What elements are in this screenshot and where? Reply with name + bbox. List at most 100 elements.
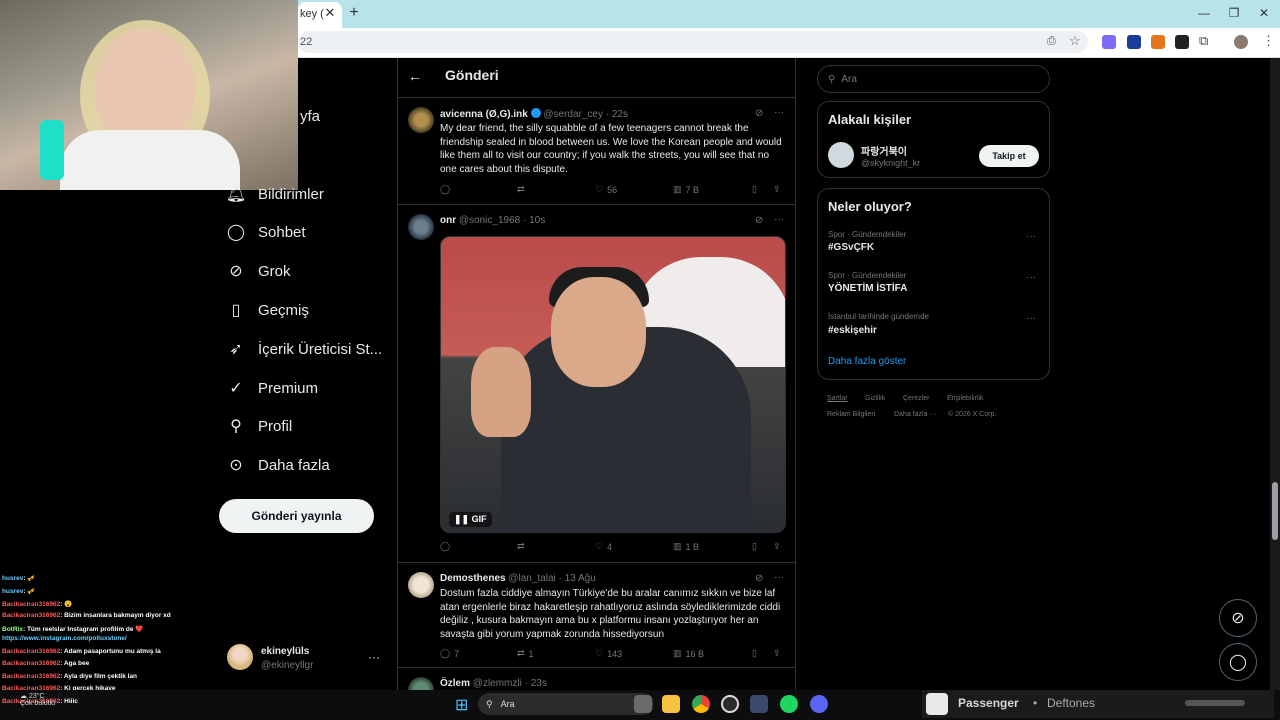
reply-button[interactable]: ◯ 7 <box>440 648 459 659</box>
grok-fab-icon[interactable]: ⊘ <box>1219 599 1257 637</box>
profile-name[interactable]: ekineylüls <box>261 646 309 657</box>
messages-fab-icon[interactable]: ◯ <box>1219 643 1257 681</box>
trend-name[interactable]: #eskişehir <box>828 325 877 336</box>
app-icon[interactable] <box>750 695 768 713</box>
extension-icon[interactable] <box>1127 35 1141 49</box>
gif-badge[interactable]: ❚❚ GIF <box>449 512 492 527</box>
tweet-author[interactable]: onr <box>440 215 456 226</box>
media-progress-bar[interactable] <box>1185 700 1245 706</box>
puzzle-icon[interactable]: ⧉ <box>1199 33 1208 49</box>
obs-icon[interactable] <box>721 695 739 713</box>
nav-item-grok[interactable]: ⊘ Grok <box>226 255 396 287</box>
nav-item-premium[interactable]: ✓ Premium <box>226 372 396 404</box>
discord-icon[interactable] <box>810 695 828 713</box>
windows-start-icon[interactable]: ⊞ <box>455 695 468 715</box>
menu-dots-icon[interactable]: ⋮ <box>1262 33 1275 49</box>
spotify-icon[interactable] <box>780 695 798 713</box>
nav-item-chat[interactable]: ◯ Sohbet <box>226 216 396 248</box>
close-tab-icon[interactable]: ✕ <box>322 5 338 21</box>
install-app-icon[interactable]: ⎙ <box>1047 35 1056 48</box>
more-icon[interactable]: ··· <box>1026 272 1036 283</box>
footer-link[interactable]: Daha fazla ··· <box>894 411 936 418</box>
tweet-avatar[interactable] <box>408 107 434 133</box>
grok-icon[interactable]: ⊘ <box>755 108 763 119</box>
like-button[interactable]: ♡ 143 <box>595 648 622 659</box>
tweet-header: Özlem @zlemmzli · 23s <box>440 678 547 689</box>
footer-link[interactable]: Gizlilik <box>865 395 885 402</box>
grok-icon[interactable]: ⊘ <box>755 573 763 584</box>
bookmark-button[interactable]: ▯ <box>752 648 757 659</box>
star-icon[interactable]: ☆ <box>1069 33 1081 49</box>
more-icon[interactable]: ··· <box>774 572 784 583</box>
browser-avatar[interactable] <box>1234 35 1248 49</box>
chrome-icon[interactable] <box>692 695 710 713</box>
minimize-icon[interactable]: — <box>1194 4 1214 22</box>
tweet-author[interactable]: avicenna (Ø,G).ink <box>440 109 528 120</box>
like-button[interactable]: ♡ 4 <box>595 541 612 552</box>
tweet-avatar[interactable] <box>408 572 434 598</box>
person-name[interactable]: 파랑거북이 <box>861 143 907 158</box>
task-view-icon[interactable] <box>634 695 652 713</box>
url-input[interactable]: 22 <box>298 31 1088 53</box>
nav-item-bookmarks[interactable]: ▯ Geçmiş <box>226 294 396 326</box>
search-input[interactable]: ⚲ Ara <box>817 65 1050 93</box>
like-count: 4 <box>607 541 613 552</box>
footer-link[interactable]: Erişilebilirlik <box>947 395 984 402</box>
like-button[interactable]: ♡ 56 <box>595 184 617 195</box>
new-tab-icon[interactable]: + <box>346 4 362 22</box>
more-icon[interactable]: ··· <box>774 107 784 118</box>
more-icon[interactable]: ··· <box>774 214 784 225</box>
views-button[interactable]: ▥ 16 B <box>673 648 704 659</box>
tweet-author[interactable]: Özlem <box>440 678 470 689</box>
share-button[interactable]: ⇪ <box>773 184 781 195</box>
profile-more-icon[interactable]: ··· <box>368 650 380 664</box>
nav-item-label: Bildirimler <box>258 185 324 203</box>
post-button[interactable]: Gönderi yayınla <box>219 499 374 533</box>
grok-icon[interactable]: ⊘ <box>755 215 763 226</box>
trend-name[interactable]: #GSvÇFK <box>828 242 874 253</box>
footer-link[interactable]: Reklam Bilgileri <box>827 411 875 418</box>
more-icon[interactable]: ··· <box>1026 313 1036 324</box>
share-button[interactable]: ⇪ <box>773 648 781 659</box>
views-button[interactable]: ▥ 1 B <box>673 541 699 552</box>
close-window-icon[interactable]: ✕ <box>1254 4 1274 22</box>
retweet-button[interactable]: ⇄ <box>517 541 529 552</box>
back-arrow-icon[interactable]: ← <box>408 68 422 84</box>
avatar[interactable] <box>828 142 854 168</box>
show-more-link[interactable]: Daha fazla göster <box>828 356 906 367</box>
taskbar-search[interactable]: ⚲ Ara <box>478 693 654 715</box>
metamask-icon[interactable] <box>1151 35 1165 49</box>
share-button[interactable]: ⇪ <box>773 541 781 552</box>
reply-button[interactable]: ◯ <box>440 541 454 552</box>
restore-icon[interactable]: ❐ <box>1224 4 1244 22</box>
tweet-author[interactable]: Demosthenes <box>440 573 506 584</box>
tweet-avatar[interactable] <box>408 214 434 240</box>
retweet-button[interactable]: ⇄ <box>517 184 529 195</box>
weather-widget[interactable]: ☁ 23°C Çok bulutlu <box>20 692 55 707</box>
bookmark-button[interactable]: ▯ <box>752 184 757 195</box>
nav-item-more[interactable]: ⊙ Daha fazla <box>226 449 396 481</box>
views-button[interactable]: ▥ 7 B <box>673 184 699 195</box>
tweet[interactable]: onr @sonic_1968 · 10s ⊘ ··· ❚❚ GIF ◯ ⇄ ♡… <box>398 206 795 563</box>
bookmark-button[interactable]: ▯ <box>752 541 757 552</box>
tweet[interactable]: avicenna (Ø,G).ink @serdar_cey · 22s ⊘ ·… <box>398 99 795 205</box>
trend-name[interactable]: YÖNETİM İSTİFA <box>828 283 907 294</box>
scrollbar[interactable] <box>1270 58 1280 690</box>
file-explorer-icon[interactable] <box>662 695 680 713</box>
extension-icon[interactable] <box>1175 35 1189 49</box>
chat-link[interactable]: https://www.instagram.com/polluxstone/ <box>2 635 127 642</box>
tweet[interactable]: Demosthenes @lan_talai · 13 Ağu ⊘ ··· Do… <box>398 564 795 668</box>
reply-button[interactable]: ◯ <box>440 184 454 195</box>
footer-link[interactable]: Çerezler <box>903 395 929 402</box>
retweet-button[interactable]: ⇄ 1 <box>517 648 534 659</box>
tweet-gif[interactable]: ❚❚ GIF <box>440 236 786 533</box>
avatar[interactable] <box>227 644 253 670</box>
nav-item-creator-studio[interactable]: ➶ İçerik Üreticisi St... <box>226 333 396 365</box>
nav-item-profile[interactable]: ⚲ Profil <box>226 410 396 442</box>
nav-item-notifications[interactable]: 🔔︎ Bildirimler <box>226 178 396 210</box>
more-icon[interactable]: ··· <box>1026 231 1036 242</box>
follow-button[interactable]: Takip et <box>979 145 1039 167</box>
extension-icon[interactable] <box>1102 35 1116 49</box>
scrollbar-thumb[interactable] <box>1272 482 1278 540</box>
footer-link[interactable]: Şartlar <box>827 395 848 402</box>
